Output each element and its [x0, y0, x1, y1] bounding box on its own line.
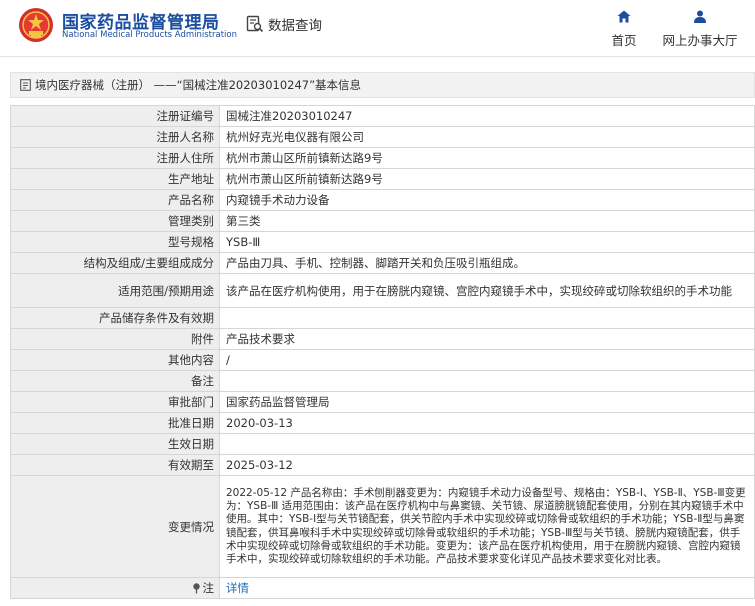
- row-label: 型号规格: [10, 231, 220, 253]
- row-value: 产品由刀具、手机、控制器、脚踏开关和负压吸引瓶组成。: [219, 252, 755, 274]
- table-row: 批准日期 2020-03-13: [10, 412, 755, 434]
- nav-home-label: 首页: [611, 33, 637, 48]
- home-icon: [617, 10, 631, 23]
- row-label: 附件: [10, 328, 220, 350]
- table-row: 型号规格 YSB-Ⅲ: [10, 231, 755, 253]
- row-value: 国械注准20203010247: [219, 105, 755, 127]
- data-query-label: 数据查询: [268, 18, 322, 34]
- nav-home[interactable]: 首页: [608, 8, 640, 49]
- row-value: 产品技术要求: [219, 328, 755, 350]
- row-value-cell: 详情: [219, 577, 755, 599]
- pushpin-icon: [192, 583, 200, 594]
- site-header: 国家药品监督管理局 National Medical Products Admi…: [0, 0, 755, 56]
- note-label-cell: 注: [10, 577, 220, 599]
- row-label: 注册人名称: [10, 126, 220, 148]
- row-value: 杭州市萧山区所前镇新达路9号: [219, 147, 755, 169]
- row-label: 批准日期: [10, 412, 220, 434]
- org-name-en: National Medical Products Administration: [62, 30, 237, 40]
- row-value: [219, 307, 755, 329]
- row-value: [219, 370, 755, 392]
- row-label: 适用范围/预期用途: [10, 273, 220, 308]
- table-row: 附件 产品技术要求: [10, 328, 755, 350]
- national-emblem-logo: [19, 8, 53, 42]
- breadcrumb: 境内医疗器械（注册） ——“国械注准20203010247”基本信息: [10, 72, 755, 98]
- row-label: 产品名称: [10, 189, 220, 211]
- row-label: 其他内容: [10, 349, 220, 371]
- table-row: 生产地址 杭州市萧山区所前镇新达路9号: [10, 168, 755, 190]
- table-row: 注册人名称 杭州好克光电仪器有限公司: [10, 126, 755, 148]
- row-label: 备注: [10, 370, 220, 392]
- table-row: 适用范围/预期用途 该产品在医疗机构使用，用于在膀胱内窥镜、宫腔内窥镜手术中，实…: [10, 273, 755, 308]
- row-label: 结构及组成/主要组成成分: [10, 252, 220, 274]
- row-label: 注册人住所: [10, 147, 220, 169]
- table-row: 生效日期: [10, 433, 755, 455]
- table-row: 结构及组成/主要组成成分 产品由刀具、手机、控制器、脚踏开关和负压吸引瓶组成。: [10, 252, 755, 274]
- table-row: 其他内容 /: [10, 349, 755, 371]
- row-label: 变更情况: [10, 475, 220, 578]
- header-divider: [0, 56, 755, 57]
- breadcrumb-text: 境内医疗器械（注册） ——“国械注准20203010247”基本信息: [35, 78, 362, 92]
- details-link[interactable]: 详情: [226, 581, 249, 595]
- table-row: 注册证编号 国械注准20203010247: [10, 105, 755, 127]
- row-label: 注: [202, 581, 215, 595]
- registration-info-table: 注册证编号 国械注准20203010247 注册人名称 杭州好克光电仪器有限公司…: [10, 105, 755, 599]
- row-value: 国家药品监督管理局: [219, 391, 755, 413]
- table-row: 备注: [10, 370, 755, 392]
- row-value: 2020-03-13: [219, 412, 755, 434]
- nav-online-service-hall[interactable]: 网上办事大厅: [660, 8, 740, 49]
- user-icon: [694, 10, 706, 23]
- row-label: 生效日期: [10, 433, 220, 455]
- nav-online-service-hall-label: 网上办事大厅: [662, 33, 738, 48]
- row-label: 有效期至: [10, 454, 220, 476]
- table-row: 产品名称 内窥镜手术动力设备: [10, 189, 755, 211]
- row-label: 生产地址: [10, 168, 220, 190]
- document-icon: [20, 79, 31, 91]
- table-row: 管理类别 第三类: [10, 210, 755, 232]
- row-value: 内窥镜手术动力设备: [219, 189, 755, 211]
- data-query-link[interactable]: 数据查询: [246, 14, 322, 34]
- row-value: 杭州好克光电仪器有限公司: [219, 126, 755, 148]
- row-value: 第三类: [219, 210, 755, 232]
- row-value: 杭州市萧山区所前镇新达路9号: [219, 168, 755, 190]
- row-value: 2022-05-12 产品名称由：手术刨削器变更为：内窥镜手术动力设备型号、规格…: [219, 475, 755, 578]
- row-value: [219, 433, 755, 455]
- table-row: 产品储存条件及有效期: [10, 307, 755, 329]
- row-value: /: [219, 349, 755, 371]
- row-label: 审批部门: [10, 391, 220, 413]
- row-value: YSB-Ⅲ: [219, 231, 755, 253]
- row-label: 管理类别: [10, 210, 220, 232]
- row-label: 产品储存条件及有效期: [10, 307, 220, 329]
- row-label: 注册证编号: [10, 105, 220, 127]
- table-row: 有效期至 2025-03-12: [10, 454, 755, 476]
- table-row: 注 详情: [10, 577, 755, 599]
- row-value: 2025-03-12: [219, 454, 755, 476]
- table-row: 注册人住所 杭州市萧山区所前镇新达路9号: [10, 147, 755, 169]
- table-row: 变更情况 2022-05-12 产品名称由：手术刨削器变更为：内窥镜手术动力设备…: [10, 475, 755, 578]
- row-value: 该产品在医疗机构使用，用于在膀胱内窥镜、宫腔内窥镜手术中，实现绞碎或切除软组织的…: [219, 273, 755, 308]
- data-search-icon: [246, 15, 264, 33]
- table-row: 审批部门 国家药品监督管理局: [10, 391, 755, 413]
